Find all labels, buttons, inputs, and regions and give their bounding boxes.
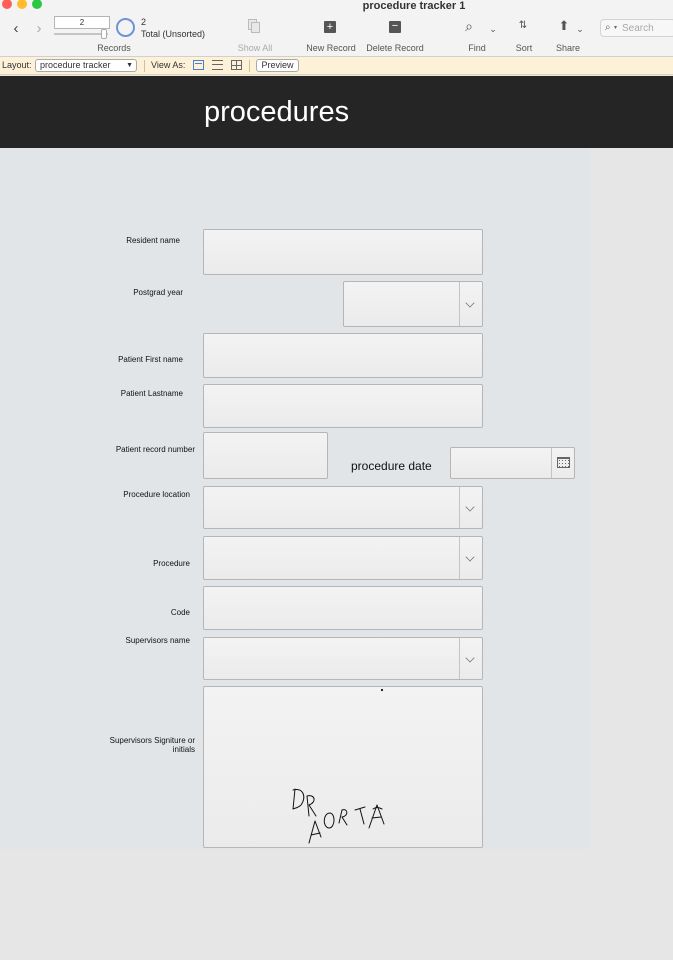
postgrad-year-dropdown[interactable] (343, 281, 483, 327)
sort-icon[interactable]: ⇅ (516, 19, 530, 33)
postgrad-year-label: Postgrad year (133, 288, 183, 297)
search-placeholder: Search (622, 23, 654, 34)
record-pie-icon (116, 18, 135, 37)
chevron-down-icon: ▾ (614, 25, 618, 31)
window-toolbar: procedure tracker 1 ‹ › 2 2 Total (Unsor… (0, 0, 673, 57)
patient-lastname-label: Patient Lastname (120, 389, 183, 398)
magnifier-icon[interactable]: ⌕ (462, 19, 476, 33)
record-count: 2 (141, 17, 147, 27)
records-label: Records (97, 43, 131, 53)
chevron-down-icon (465, 652, 475, 663)
chevron-right-icon[interactable]: › (32, 20, 46, 37)
procedure-label: Procedure (153, 559, 190, 568)
layout-bar: Layout: procedure tracker ▼ View As: Pre… (0, 57, 673, 75)
record-total: Total (Unsorted) (141, 29, 206, 39)
resident-name-label: Resident name (126, 236, 180, 245)
resident-name-field[interactable] (203, 229, 483, 275)
new-record-icon[interactable]: + (324, 21, 336, 33)
view-as-label: View As: (151, 60, 186, 70)
chevron-down-icon[interactable]: ⌄ (486, 22, 500, 36)
page-title: procedures (204, 96, 350, 128)
record-slider-thumb[interactable] (101, 29, 107, 39)
layout-select[interactable]: procedure tracker ▼ (35, 59, 137, 72)
find-button[interactable]: Find (462, 43, 492, 53)
calendar-icon (557, 457, 570, 468)
divider (144, 60, 145, 72)
record-slider[interactable] (54, 33, 108, 35)
dropdown-button[interactable] (459, 537, 482, 579)
show-all-button[interactable]: Show All (235, 43, 275, 53)
procedure-location-dropdown[interactable] (203, 486, 483, 529)
patient-first-name-field[interactable] (203, 333, 483, 378)
calendar-button[interactable] (551, 448, 574, 478)
code-label: Code (170, 608, 190, 617)
layout-label: Layout: (2, 60, 32, 70)
procedure-date-label: procedure date (351, 459, 432, 473)
chevron-down-icon[interactable]: ⌄ (573, 22, 587, 36)
patient-first-name-label: Patient First name (118, 355, 183, 364)
procedure-date-field[interactable] (450, 447, 575, 479)
search-input[interactable]: ⌕ ▾ Search (600, 19, 673, 37)
delete-record-icon[interactable]: − (389, 21, 401, 33)
chevron-down-icon: ▼ (126, 62, 133, 69)
supervisors-name-dropdown[interactable] (203, 637, 483, 680)
form-view-icon[interactable] (193, 60, 204, 70)
share-button[interactable]: Share (553, 43, 583, 53)
sort-button[interactable]: Sort (510, 43, 538, 53)
delete-record-button[interactable]: Delete Record (364, 43, 426, 53)
preview-button[interactable]: Preview (256, 59, 299, 72)
table-view-icon[interactable] (231, 60, 242, 70)
patient-record-number-label: Patient record number (115, 445, 195, 454)
code-field[interactable] (203, 586, 483, 630)
chevron-down-icon (465, 501, 475, 512)
show-all-icon (248, 19, 262, 33)
search-icon: ⌕ (605, 22, 611, 33)
signature-label: Supervisors Signiture or initials (109, 736, 195, 754)
window-title: procedure tracker 1 (362, 0, 466, 12)
patient-record-number-field[interactable] (203, 432, 328, 479)
procedure-dropdown[interactable] (203, 536, 483, 580)
dropdown-button[interactable] (459, 282, 482, 326)
new-record-button[interactable]: New Record (303, 43, 359, 53)
handwritten-signature (292, 688, 385, 844)
dropdown-button[interactable] (459, 638, 482, 679)
layout-select-value: procedure tracker (40, 60, 111, 70)
dropdown-button[interactable] (459, 487, 482, 528)
chevron-down-icon (465, 552, 475, 562)
current-record-input[interactable]: 2 (54, 16, 110, 29)
procedure-location-label: Procedure location (123, 490, 190, 499)
supervisors-name-label: Supervisors name (125, 636, 190, 645)
divider (249, 60, 250, 72)
list-view-icon[interactable] (212, 60, 223, 70)
patient-lastname-field[interactable] (203, 384, 483, 428)
chevron-down-icon (465, 298, 475, 308)
chevron-left-icon[interactable]: ‹ (9, 20, 23, 37)
share-icon[interactable]: ⬆ (557, 19, 571, 33)
